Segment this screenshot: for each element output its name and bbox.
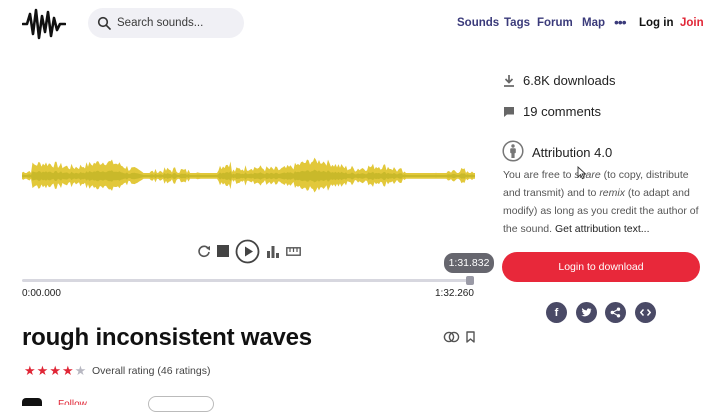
attribution-text-link[interactable]: Get attribution text... [555, 223, 650, 235]
attribution-icon [502, 140, 524, 162]
license-title[interactable]: Attribution 4.0 [532, 145, 612, 160]
search-input[interactable]: Search sounds... [88, 8, 244, 38]
nav-forum[interactable]: Forum [537, 17, 573, 29]
share-icon[interactable] [605, 302, 626, 323]
sound-title: rough inconsistent waves [22, 324, 312, 351]
nav-map[interactable]: Map [582, 17, 605, 29]
comment-icon [504, 106, 514, 117]
download-icon [504, 75, 514, 87]
login-to-download-button[interactable]: Login to download [502, 252, 700, 282]
star-icon[interactable]: ★ [49, 363, 62, 378]
search-placeholder: Search sounds... [117, 17, 204, 29]
twitter-icon[interactable] [576, 302, 597, 323]
progress-handle[interactable] [466, 276, 474, 285]
freesound-logo-icon[interactable] [22, 8, 66, 40]
loop-icon[interactable] [197, 244, 211, 258]
follow-button[interactable]: Follow [58, 398, 87, 405]
embed-icon[interactable] [635, 302, 656, 323]
comments-stat[interactable]: 19 comments [503, 104, 601, 119]
ruler-icon[interactable] [286, 247, 301, 256]
nav-join[interactable]: Join [680, 17, 704, 29]
star-empty-icon[interactable]: ★ [75, 363, 88, 378]
facebook-icon[interactable]: f [546, 302, 567, 323]
nav-sounds[interactable]: Sounds [457, 17, 499, 29]
end-time: 1:32.260 [435, 288, 474, 299]
star-icon[interactable]: ★ [62, 363, 75, 378]
progress-track[interactable] [22, 279, 474, 282]
star-icon[interactable]: ★ [24, 363, 37, 378]
license-description: You are free to share (to copy, distribu… [503, 169, 699, 235]
nav-more-icon[interactable]: ••• [614, 14, 627, 30]
bookmark-icon[interactable] [466, 331, 475, 343]
play-icon[interactable] [235, 239, 260, 264]
comments-count[interactable]: 19 comments [523, 104, 601, 119]
downloads-count: 6.8K downloads [523, 73, 616, 88]
mouse-cursor-icon [577, 166, 587, 180]
spectrogram-icon[interactable] [266, 244, 280, 258]
downloads-stat: 6.8K downloads [503, 73, 616, 88]
star-icon[interactable]: ★ [37, 363, 50, 378]
rating-stars[interactable]: ★★★★★ [24, 363, 87, 379]
stop-icon[interactable] [217, 245, 229, 257]
search-icon [97, 16, 111, 30]
nav-login[interactable]: Log in [639, 17, 674, 29]
similar-sounds-icon[interactable] [443, 331, 460, 343]
rating-text: Overall rating (46 ratings) [92, 365, 211, 377]
waveform[interactable] [22, 140, 475, 212]
pill-button[interactable] [148, 396, 214, 412]
nav-tags[interactable]: Tags [504, 17, 530, 29]
start-time: 0:00.000 [22, 288, 61, 299]
time-tooltip: 1:31.832 [444, 253, 494, 273]
